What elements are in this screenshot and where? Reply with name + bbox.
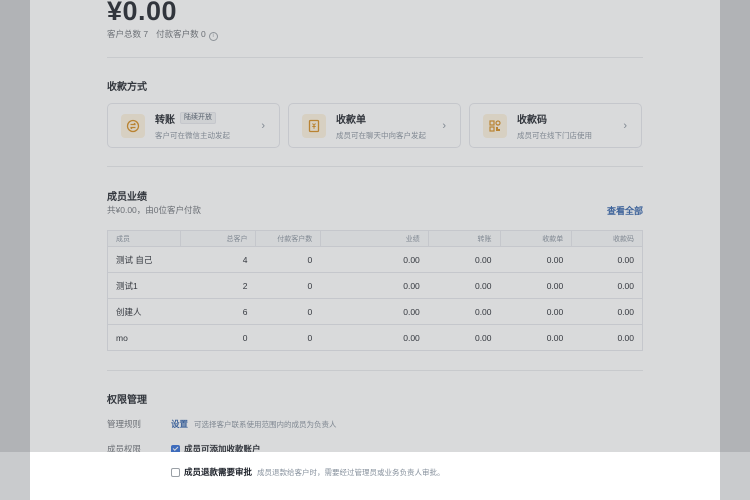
floating-panel: 成员退款需要审批 成员退款给客户时，需要经过管理员或业务负责人审批。 [30, 452, 720, 500]
chevron-right-icon: › [261, 120, 265, 132]
payment-method-transfer[interactable]: 转账 陆续开放 客户可在微信主动发起 › [107, 103, 280, 148]
table-cell: 2 [242, 280, 248, 291]
table-cell: 4 [242, 254, 248, 265]
coming-soon-badge: 陆续开放 [180, 112, 216, 124]
table-cell: 0 [307, 332, 313, 343]
column-header: 总客户 [179, 231, 256, 246]
table-cell: 0 [307, 254, 313, 265]
table-cell: mo [116, 332, 128, 343]
performance-title: 成员业绩 [107, 192, 147, 203]
table-cell: 测试1 [116, 280, 138, 291]
column-header: 付款客户数 [255, 231, 320, 246]
table-cell: 0.00 [474, 280, 492, 291]
table-cell: 6 [242, 306, 248, 317]
payment-method-desc: 成员可在线下门店使用 [517, 130, 592, 140]
payment-method-name: 转账 [155, 114, 175, 126]
payment-method-qrcode[interactable]: 收款码 成员可在线下门店使用 › [469, 103, 642, 148]
table-cell: 0.00 [403, 332, 420, 343]
refund-review-row: 成员退款需要审批 成员退款给客户时，需要经过管理员或业务负责人审批。 [171, 466, 445, 478]
chevron-right-icon: › [442, 120, 446, 132]
table-cell: 0.00 [617, 306, 634, 317]
customer-stats: 客户总数 7 付款客户数 0i [107, 28, 218, 41]
info-icon[interactable]: i [208, 31, 218, 41]
table-cell: 0.00 [474, 254, 492, 265]
backdrop-edge [0, 452, 30, 500]
refund-hint: 成员退款给客户时，需要经过管理员或业务负责人审批。 [257, 467, 445, 477]
table-cell: 0.00 [474, 306, 492, 317]
table-row: 测试1 2 0 0.00 0.00 0.00 0.00 [108, 272, 642, 298]
divider [107, 370, 643, 371]
total-customers: 客户总数 7 [107, 29, 149, 40]
table-cell: 测试 自己 [116, 254, 153, 265]
main-card: ¥0.00 客户总数 7 付款客户数 0i 收款方式 转账 陆续开放 客户可在微信… [30, 0, 720, 500]
chevron-right-icon: › [623, 120, 627, 132]
table-cell: 创建人 [116, 306, 142, 317]
payment-method-name: 收款单 [336, 114, 366, 126]
backdrop-edge [720, 452, 750, 500]
payment-method-receipt[interactable]: 收款单 成员可在聊天中向客户发起 › [288, 103, 461, 148]
manage-rule-row: 管理规则 设置 可选择客户联系使用范围内的成员为负责人 [107, 418, 337, 430]
divider [107, 57, 643, 58]
paid-customers: 付款客户数 0i [156, 28, 218, 41]
table-cell: 0.00 [546, 306, 564, 317]
settings-link[interactable]: 设置 [171, 418, 188, 430]
performance-subtitle: 共¥0.00，由0位客户付款 [107, 205, 201, 215]
transfer-icon [121, 113, 145, 138]
table-cell: 0.00 [403, 254, 420, 265]
refund-review-checkbox[interactable] [171, 467, 180, 477]
table-cell: 0.00 [546, 280, 564, 291]
column-header: 收款单 [499, 231, 572, 246]
table-cell: 0.00 [474, 332, 492, 343]
view-all-link[interactable]: 查看全部 [607, 204, 643, 217]
table-cell: 0.00 [546, 332, 564, 343]
table-cell: 0.00 [617, 280, 634, 291]
column-header: 转账 [427, 231, 500, 246]
table-cell: 0 [307, 280, 313, 291]
performance-table: 成员 总客户 付款客户数 业绩 转账 收款单 收款码 测试 自己 4 0 0.0… [107, 230, 643, 351]
total-amount: ¥0.00 [107, 0, 178, 26]
table-cell: 0.00 [403, 280, 420, 291]
column-header: 成员 [116, 235, 130, 243]
table-row: mo 0 0 0.00 0.00 0.00 0.00 [108, 324, 642, 350]
table-cell: 0 [307, 306, 313, 317]
table-cell: 0.00 [617, 254, 634, 265]
column-header: 收款码 [571, 231, 642, 246]
payment-section-title: 收款方式 [107, 82, 147, 93]
payment-methods: 转账陆续开放 客户可在微信主动发起 › 收款单 成员可在聊天中向客户发起 › [107, 103, 643, 148]
manage-rule-label: 管理规则 [107, 419, 142, 429]
table-cell: 0.00 [403, 306, 420, 317]
permissions-title: 权限管理 [107, 395, 147, 406]
table-row: 测试 自己 4 0 0.00 0.00 0.00 0.00 [108, 246, 642, 272]
qrcode-icon [483, 113, 507, 138]
payment-method-desc: 客户可在微信主动发起 [155, 130, 230, 140]
divider [107, 166, 643, 167]
column-header: 业绩 [320, 231, 428, 246]
receipt-icon [302, 113, 326, 138]
table-header: 成员 总客户 付款客户数 业绩 转账 收款单 收款码 [108, 231, 642, 246]
table-cell: 0.00 [617, 332, 634, 343]
rule-hint: 可选择客户联系使用范围内的成员为负责人 [194, 419, 337, 429]
payment-method-desc: 成员可在聊天中向客户发起 [336, 130, 426, 140]
table-row: 创建人 6 0 0.00 0.00 0.00 0.00 [108, 298, 642, 324]
table-cell: 0 [242, 332, 248, 343]
refund-review-option-label[interactable]: 成员退款需要审批 [184, 466, 252, 478]
payment-method-name: 收款码 [517, 114, 547, 126]
table-cell: 0.00 [546, 254, 564, 265]
